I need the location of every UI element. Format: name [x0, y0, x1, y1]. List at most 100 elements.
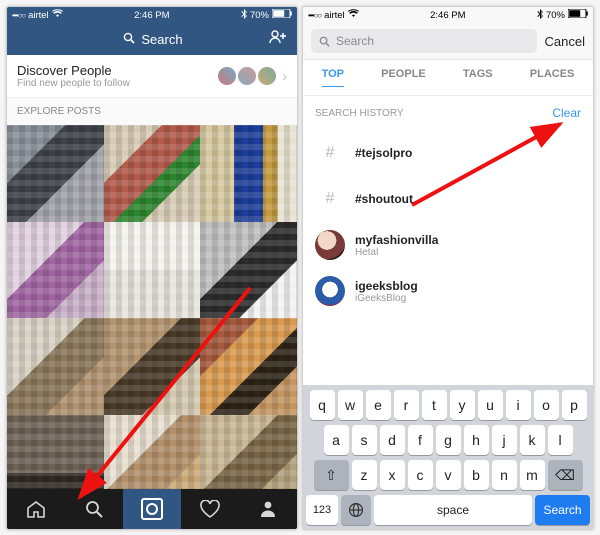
search-tabs: TOP PEOPLE TAGS PLACES — [303, 60, 593, 96]
discover-people-row[interactable]: Discover People Find new people to follo… — [7, 55, 297, 98]
explore-cell[interactable] — [200, 318, 297, 415]
key-r[interactable]: r — [394, 390, 419, 420]
tab-bar — [7, 489, 297, 529]
search-history-header: SEARCH HISTORY Clear — [303, 96, 593, 130]
history-title: #tejsolpro — [355, 146, 412, 160]
explore-cell[interactable] — [200, 125, 297, 222]
tab-places[interactable]: PLACES — [530, 68, 575, 87]
history-row-user[interactable]: igeeksblog iGeeksBlog — [303, 268, 593, 314]
status-bar: •••○○ airtel 2:46 PM 70% — [7, 7, 297, 23]
key-u[interactable]: u — [478, 390, 503, 420]
history-row-user[interactable]: myfashionvilla Hetal — [303, 222, 593, 268]
key-c[interactable]: c — [408, 460, 433, 490]
bluetooth-icon — [241, 9, 247, 22]
tab-activity[interactable] — [181, 489, 239, 529]
key-d[interactable]: d — [380, 425, 405, 455]
key-w[interactable]: w — [338, 390, 363, 420]
key-j[interactable]: j — [492, 425, 517, 455]
key-k[interactable]: k — [520, 425, 545, 455]
key-numbers[interactable]: 123 — [306, 495, 338, 525]
key-a[interactable]: a — [324, 425, 349, 455]
camera-icon — [141, 498, 163, 520]
status-bar: •••○○ airtel 2:46 PM 70% — [303, 7, 593, 23]
key-v[interactable]: v — [436, 460, 461, 490]
tab-search[interactable] — [65, 489, 123, 529]
key-h[interactable]: h — [464, 425, 489, 455]
tab-people[interactable]: PEOPLE — [381, 68, 426, 87]
battery-icon — [272, 9, 292, 21]
history-subtitle: iGeeksBlog — [355, 293, 418, 304]
key-space[interactable]: space — [374, 495, 532, 525]
signal-dots-icon: •••○○ — [12, 11, 25, 20]
discover-title: Discover People — [17, 63, 130, 78]
key-l[interactable]: l — [548, 425, 573, 455]
history-title: myfashionvilla — [355, 233, 438, 247]
phone-search: •••○○ airtel 2:46 PM 70% Search — [302, 6, 594, 530]
tab-home[interactable] — [7, 489, 65, 529]
chevron-right-icon: › — [282, 68, 287, 84]
tab-profile[interactable] — [239, 489, 297, 529]
search-icon — [123, 32, 135, 47]
key-f[interactable]: f — [408, 425, 433, 455]
search-entry[interactable]: Search — [123, 32, 182, 47]
explore-cell[interactable] — [7, 318, 104, 415]
keyboard: qwertyuiop asdfghjkl ⇧ zxcvbnm ⌫ 123 spa… — [303, 385, 593, 529]
avatar — [258, 67, 276, 85]
tab-top[interactable]: TOP — [322, 68, 344, 87]
key-t[interactable]: t — [422, 390, 447, 420]
key-g[interactable]: g — [436, 425, 461, 455]
explore-cell[interactable] — [104, 318, 201, 415]
avatar — [315, 276, 345, 306]
key-n[interactable]: n — [492, 460, 517, 490]
hashtag-icon: # — [315, 184, 345, 214]
discover-subtitle: Find new people to follow — [17, 78, 130, 89]
key-shift[interactable]: ⇧ — [314, 460, 349, 490]
explore-cell[interactable] — [7, 222, 104, 319]
key-i[interactable]: i — [506, 390, 531, 420]
hashtag-icon: # — [315, 138, 345, 168]
signal-dots-icon: •••○○ — [308, 11, 321, 20]
key-globe[interactable] — [341, 495, 371, 525]
history-title: igeeksblog — [355, 279, 418, 293]
key-m[interactable]: m — [520, 460, 545, 490]
cancel-button[interactable]: Cancel — [545, 34, 585, 49]
key-search[interactable]: Search — [535, 495, 590, 525]
explore-cell[interactable] — [7, 125, 104, 222]
key-q[interactable]: q — [310, 390, 335, 420]
explore-posts-label: EXPLORE POSTS — [7, 98, 297, 125]
avatar — [238, 67, 256, 85]
key-s[interactable]: s — [352, 425, 377, 455]
explore-cell[interactable] — [200, 222, 297, 319]
history-title: #shoutout — [355, 192, 413, 206]
clear-button[interactable]: Clear — [552, 106, 581, 120]
add-user-button[interactable] — [269, 30, 287, 48]
key-x[interactable]: x — [380, 460, 405, 490]
explore-header: Search — [7, 23, 297, 55]
battery-percent: 70% — [250, 10, 269, 21]
search-input[interactable]: Search — [311, 29, 537, 53]
search-history-label: SEARCH HISTORY — [315, 108, 404, 119]
search-bar: Search Cancel — [303, 23, 593, 60]
key-backspace[interactable]: ⌫ — [548, 460, 583, 490]
key-e[interactable]: e — [366, 390, 391, 420]
search-placeholder: Search — [336, 34, 374, 48]
key-o[interactable]: o — [534, 390, 559, 420]
tab-camera[interactable] — [123, 489, 181, 529]
key-z[interactable]: z — [352, 460, 377, 490]
explore-grid — [7, 125, 297, 512]
battery-icon — [568, 9, 588, 21]
explore-cell[interactable] — [104, 222, 201, 319]
explore-cell[interactable] — [104, 125, 201, 222]
history-row-hashtag[interactable]: # #tejsolpro — [303, 130, 593, 176]
wifi-icon — [52, 9, 63, 21]
history-row-hashtag[interactable]: # #shoutout — [303, 176, 593, 222]
avatar — [218, 67, 236, 85]
history-subtitle: Hetal — [355, 247, 438, 258]
tab-tags[interactable]: TAGS — [463, 68, 493, 87]
carrier-label: airtel — [324, 10, 345, 21]
clock: 2:46 PM — [134, 10, 169, 21]
key-y[interactable]: y — [450, 390, 475, 420]
search-label: Search — [141, 32, 182, 47]
key-p[interactable]: p — [562, 390, 587, 420]
key-b[interactable]: b — [464, 460, 489, 490]
